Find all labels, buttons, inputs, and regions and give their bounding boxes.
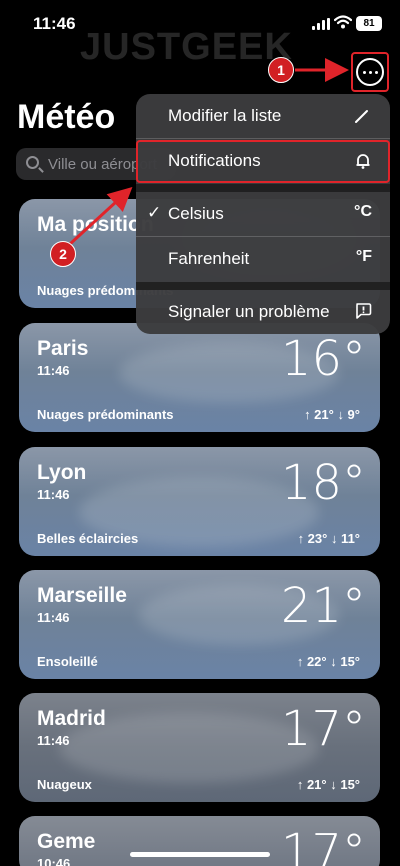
menu-item-fahrenheit[interactable]: Fahrenheit °F bbox=[136, 237, 390, 281]
card-high-low: ↑ 21° ↓ 9° bbox=[304, 407, 360, 422]
card-temperature: 16° bbox=[280, 331, 366, 387]
checkmark-icon: ✓ bbox=[147, 203, 162, 222]
menu-item-label: Modifier la liste bbox=[168, 106, 282, 125]
card-temperature: 17° bbox=[280, 824, 366, 866]
menu-item-edit-list[interactable]: Modifier la liste bbox=[136, 94, 390, 138]
card-condition: Belles éclaircies bbox=[37, 531, 139, 546]
weather-card-marseille[interactable]: Marseille 11:46 21° Ensoleillé ↑ 22° ↓ 1… bbox=[19, 570, 380, 679]
card-high-low: ↑ 22° ↓ 15° bbox=[296, 654, 360, 669]
celsius-unit-icon: °C bbox=[354, 203, 372, 220]
card-temperature: 17° bbox=[280, 701, 366, 757]
highlight-box-more bbox=[351, 52, 389, 92]
status-time: 11:46 bbox=[33, 14, 76, 33]
card-condition: Nuageux bbox=[37, 777, 92, 792]
context-menu: Modifier la liste Notifications ✓ Celsiu… bbox=[136, 94, 390, 334]
menu-item-label: Fahrenheit bbox=[168, 249, 250, 268]
fahrenheit-unit-icon: °F bbox=[355, 248, 372, 265]
pencil-icon bbox=[355, 110, 368, 123]
callout-badge-1: 1 bbox=[268, 57, 294, 83]
cellular-signal-icon bbox=[312, 18, 330, 30]
menu-item-celsius[interactable]: ✓ Celsius °C bbox=[136, 192, 390, 236]
card-time: 11:46 bbox=[37, 487, 70, 502]
weather-card-madrid[interactable]: Madrid 11:46 17° Nuageux ↑ 21° ↓ 15° bbox=[19, 693, 380, 802]
callout-badge-2: 2 bbox=[50, 241, 76, 267]
card-high-low: ↑ 21° ↓ 15° bbox=[296, 777, 360, 792]
card-temperature: 18° bbox=[280, 455, 366, 511]
home-indicator[interactable] bbox=[130, 852, 270, 857]
highlight-box-notifications bbox=[136, 140, 390, 183]
page-title: Météo bbox=[17, 98, 116, 136]
card-time: 10:46 bbox=[37, 856, 71, 866]
card-time: 11:46 bbox=[37, 733, 70, 748]
card-condition: Ensoleillé bbox=[37, 654, 98, 669]
weather-card-lyon[interactable]: Lyon 11:46 18° Belles éclaircies ↑ 23° ↓… bbox=[19, 447, 380, 556]
battery-indicator: 81 bbox=[356, 16, 382, 31]
watermark-logo: JUSTGEEK bbox=[80, 26, 293, 68]
weather-card-geme[interactable]: Geme 10:46 17° bbox=[19, 816, 380, 866]
card-city: Paris bbox=[37, 337, 89, 360]
card-high-low: ↑ 23° ↓ 11° bbox=[297, 531, 360, 546]
card-city: Madrid bbox=[37, 707, 106, 730]
card-city: Lyon bbox=[37, 461, 87, 484]
menu-item-label: Celsius bbox=[168, 204, 224, 223]
card-city: Marseille bbox=[37, 584, 127, 607]
card-time: 11:46 bbox=[37, 363, 70, 378]
card-time: 11:46 bbox=[37, 610, 70, 625]
card-condition: Nuages prédominants bbox=[37, 407, 174, 422]
card-city: Geme bbox=[37, 830, 96, 853]
wifi-icon bbox=[334, 15, 352, 29]
report-icon bbox=[356, 303, 372, 319]
menu-item-label: Signaler un problème bbox=[168, 302, 330, 321]
search-icon bbox=[26, 156, 39, 169]
weather-card-paris[interactable]: Paris 11:46 16° Nuages prédominants ↑ 21… bbox=[19, 323, 380, 432]
menu-item-report-problem[interactable]: Signaler un problème bbox=[136, 290, 390, 334]
card-temperature: 21° bbox=[280, 578, 366, 634]
